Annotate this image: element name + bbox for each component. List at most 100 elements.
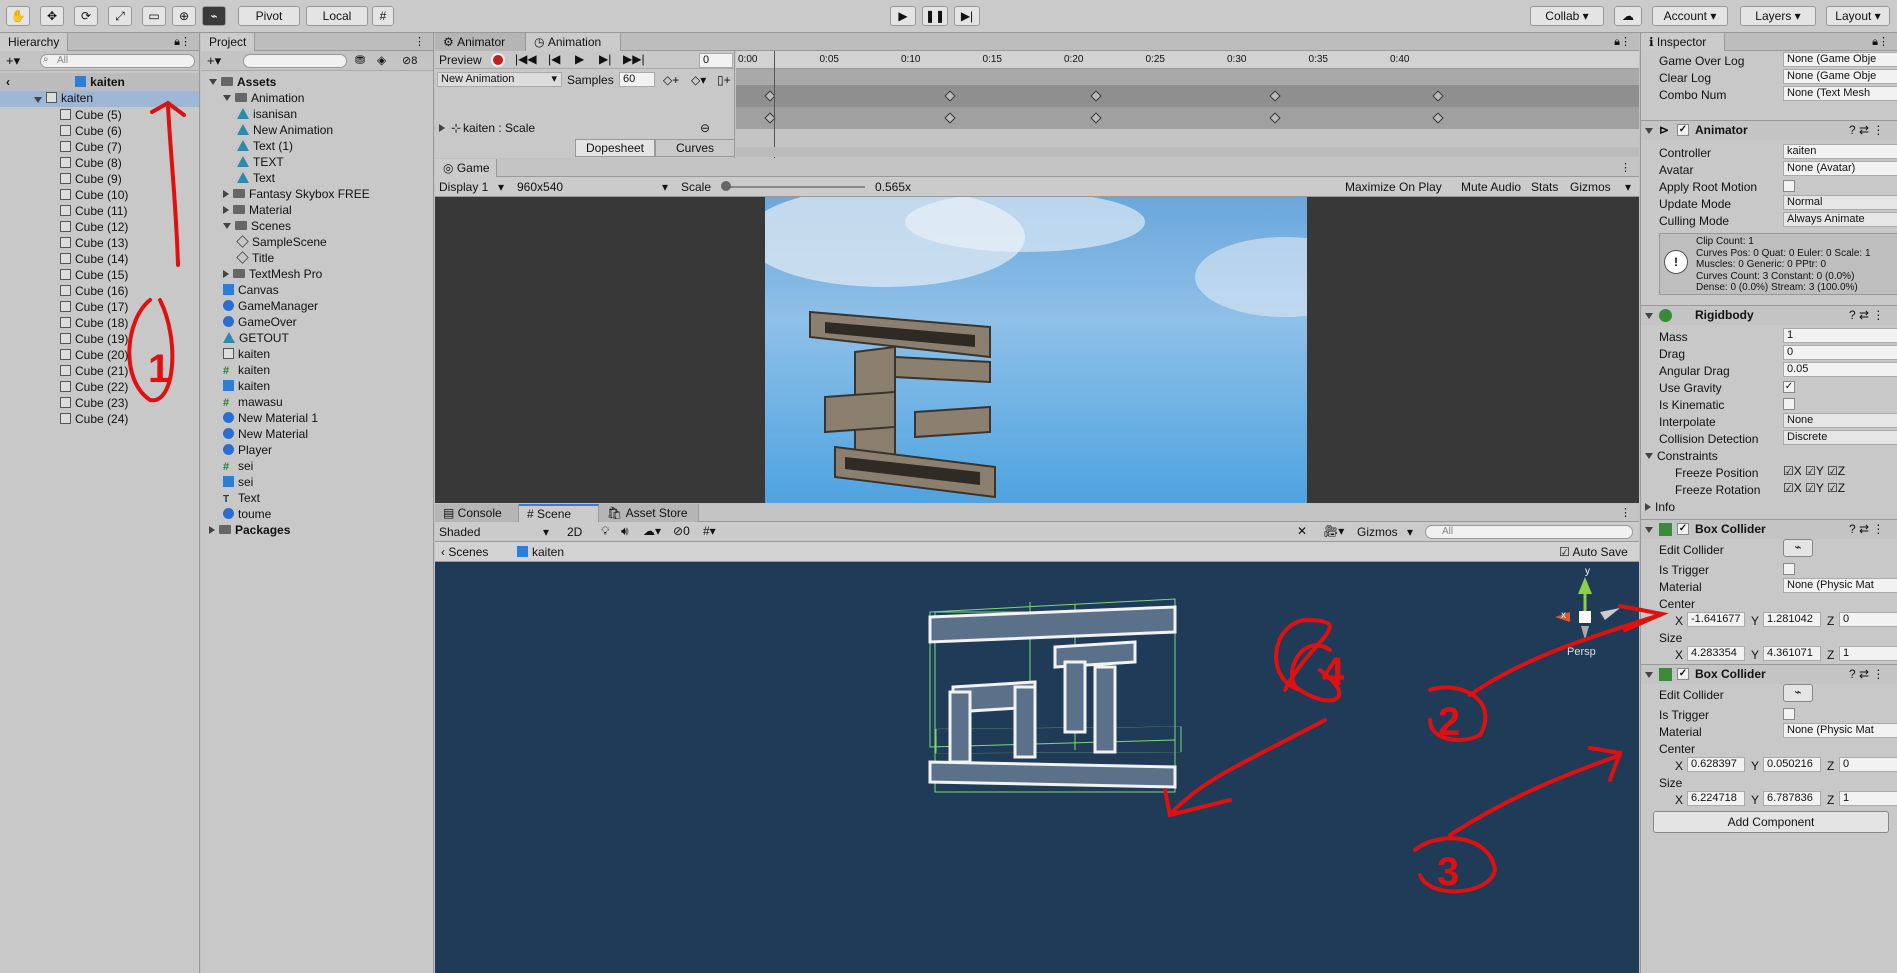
tools-icon[interactable]: ✕: [1297, 524, 1307, 538]
stats-toggle[interactable]: Stats: [1531, 180, 1558, 194]
box-collider-2-enabled-checkbox[interactable]: ✓: [1677, 668, 1689, 680]
event-lane[interactable]: [736, 69, 1639, 85]
edit-collider-button[interactable]: ⌁: [1783, 539, 1813, 557]
project-item[interactable]: GETOUT: [223, 330, 289, 346]
size-z-field[interactable]: 1: [1839, 791, 1897, 806]
box-collider-2-header[interactable]: ✓ Box Collider ? ⇄ ⋮: [1641, 664, 1897, 684]
edit-collider-button[interactable]: ⌁: [1783, 684, 1813, 702]
next-key-icon[interactable]: ▶|: [599, 52, 611, 66]
last-key-icon[interactable]: ▶▶|: [623, 52, 645, 66]
size-y-field[interactable]: 4.361071: [1763, 646, 1821, 661]
add-object-button[interactable]: +▾: [6, 53, 20, 69]
remove-property-icon[interactable]: ⊖: [700, 121, 710, 135]
size-x-field[interactable]: 6.224718: [1687, 791, 1745, 806]
hierarchy-item[interactable]: Cube (19): [60, 331, 128, 347]
curves-tab[interactable]: Curves: [655, 139, 735, 157]
project-item[interactable]: Scenes: [223, 218, 291, 234]
menu-icon[interactable]: ⋮: [1620, 506, 1631, 519]
hierarchy-item[interactable]: Cube (10): [60, 187, 128, 203]
hierarchy-item[interactable]: Cube (6): [60, 123, 122, 139]
tab-inspector[interactable]: ℹ Inspector: [1641, 33, 1725, 51]
hierarchy-item[interactable]: Cube (21): [60, 363, 128, 379]
project-item[interactable]: SampleScene: [236, 234, 327, 250]
audio-icon[interactable]: 🔊︎: [621, 524, 629, 539]
maximize-on-play-toggle[interactable]: Maximize On Play: [1345, 180, 1442, 194]
center-x-field[interactable]: 0.628397: [1687, 757, 1745, 772]
project-item[interactable]: Animation: [223, 90, 304, 106]
box-collider-1-enabled-checkbox[interactable]: ✓: [1677, 523, 1689, 535]
component-menu-icon[interactable]: ? ⇄ ⋮: [1849, 123, 1884, 137]
menu-icon[interactable]: ⋮: [1620, 161, 1631, 174]
dopesheet-tab[interactable]: Dopesheet: [575, 139, 655, 157]
culling-mode-dropdown[interactable]: Always Animate: [1783, 212, 1897, 227]
pause-button[interactable]: ❚❚: [922, 6, 948, 26]
hand-tool-button[interactable]: ✋: [6, 6, 30, 26]
frame-field[interactable]: 0: [699, 53, 733, 68]
project-item[interactable]: # sei: [223, 458, 253, 474]
filter-label-icon[interactable]: ◈: [377, 53, 386, 67]
play-button[interactable]: ▶: [890, 6, 916, 26]
camera-icon[interactable]: 🎥︎▾: [1323, 524, 1344, 538]
hierarchy-item[interactable]: Cube (14): [60, 251, 128, 267]
center-z-field[interactable]: 0: [1839, 757, 1897, 772]
project-item[interactable]: New Animation: [237, 122, 333, 138]
scale-tool-button[interactable]: ⤢: [108, 6, 132, 26]
expand-arrow-icon[interactable]: [209, 526, 215, 534]
project-item[interactable]: isanisan: [237, 106, 297, 122]
mass-field[interactable]: 1: [1783, 328, 1897, 343]
game-gizmos-dropdown[interactable]: Gizmos: [1570, 180, 1611, 194]
project-item[interactable]: Material: [223, 202, 292, 218]
project-item[interactable]: # kaiten: [223, 362, 270, 378]
lock-icon[interactable]: 🔒︎⋮: [1614, 35, 1631, 49]
layout-dropdown[interactable]: Layout ▾: [1826, 6, 1890, 26]
size-z-field[interactable]: 1: [1839, 646, 1897, 661]
component-menu-icon[interactable]: ? ⇄ ⋮: [1849, 308, 1884, 322]
component-menu-icon[interactable]: ? ⇄ ⋮: [1849, 667, 1884, 681]
timeline-scrollbar[interactable]: [736, 147, 1639, 157]
tab-asset-store[interactable]: 🛍︎ Asset Store: [599, 504, 699, 522]
menu-icon[interactable]: ⋮: [414, 35, 425, 48]
tab-scene[interactable]: # Scene: [519, 504, 599, 522]
effects-icon[interactable]: ☁▾: [643, 524, 661, 538]
hierarchy-item[interactable]: Cube (23): [60, 395, 128, 411]
center-z-field[interactable]: 0: [1839, 612, 1897, 627]
hidden-packages-toggle[interactable]: ⊘8: [402, 54, 417, 67]
center-x-field[interactable]: -1.641677: [1687, 612, 1745, 627]
hierarchy-item[interactable]: Cube (24): [60, 411, 128, 427]
grid-icon[interactable]: #▾: [703, 524, 716, 538]
project-item[interactable]: Canvas: [223, 282, 279, 298]
scene-gizmos-dropdown[interactable]: Gizmos: [1357, 525, 1398, 539]
expand-arrow-icon[interactable]: [223, 95, 231, 101]
angular-drag-field[interactable]: 0.05: [1783, 362, 1897, 377]
lock-icon[interactable]: 🔒︎⋮: [174, 35, 191, 49]
first-key-icon[interactable]: |◀◀: [515, 52, 537, 66]
play-animation-icon[interactable]: ▶: [575, 52, 584, 66]
avatar-field[interactable]: None (Avatar): [1783, 161, 1897, 176]
rotate-tool-button[interactable]: ⟳: [74, 6, 98, 26]
cloud-button[interactable]: ☁: [1614, 6, 1642, 26]
animator-component-header[interactable]: ⊳ ✓ Animator ? ⇄ ⋮: [1641, 120, 1897, 140]
move-tool-button[interactable]: ✥: [40, 6, 64, 26]
breadcrumb-scenes[interactable]: ‹ Scenes: [441, 545, 488, 559]
use-gravity-checkbox[interactable]: ✓: [1783, 381, 1795, 393]
scale-slider-handle[interactable]: [721, 181, 731, 191]
expand-arrow-icon[interactable]: [223, 270, 229, 278]
keyframe[interactable]: [1432, 112, 1444, 124]
visibility-icon[interactable]: ⊘0: [673, 524, 690, 538]
project-item[interactable]: New Material 1: [223, 410, 318, 426]
hierarchy-root-row[interactable]: kaiten: [0, 91, 199, 107]
tab-game[interactable]: ◎ Game: [435, 159, 497, 177]
interpolate-dropdown[interactable]: None: [1783, 413, 1897, 428]
project-item[interactable]: Fantasy Skybox FREE: [223, 186, 370, 202]
project-item[interactable]: New Material: [223, 426, 308, 442]
pivot-button[interactable]: Pivot: [238, 6, 300, 26]
grid-snap-button[interactable]: #: [372, 6, 394, 26]
keyframe[interactable]: [1432, 90, 1444, 102]
hierarchy-item[interactable]: Cube (16): [60, 283, 128, 299]
hierarchy-item[interactable]: Cube (5): [60, 107, 122, 123]
clip-dropdown[interactable]: New Animation ▾: [437, 72, 562, 87]
prev-key-icon[interactable]: |◀: [548, 52, 560, 66]
project-item[interactable]: kaiten: [223, 378, 270, 394]
custom-tool-button[interactable]: ⌁: [202, 6, 226, 26]
scene-search-input[interactable]: All: [1425, 525, 1633, 539]
